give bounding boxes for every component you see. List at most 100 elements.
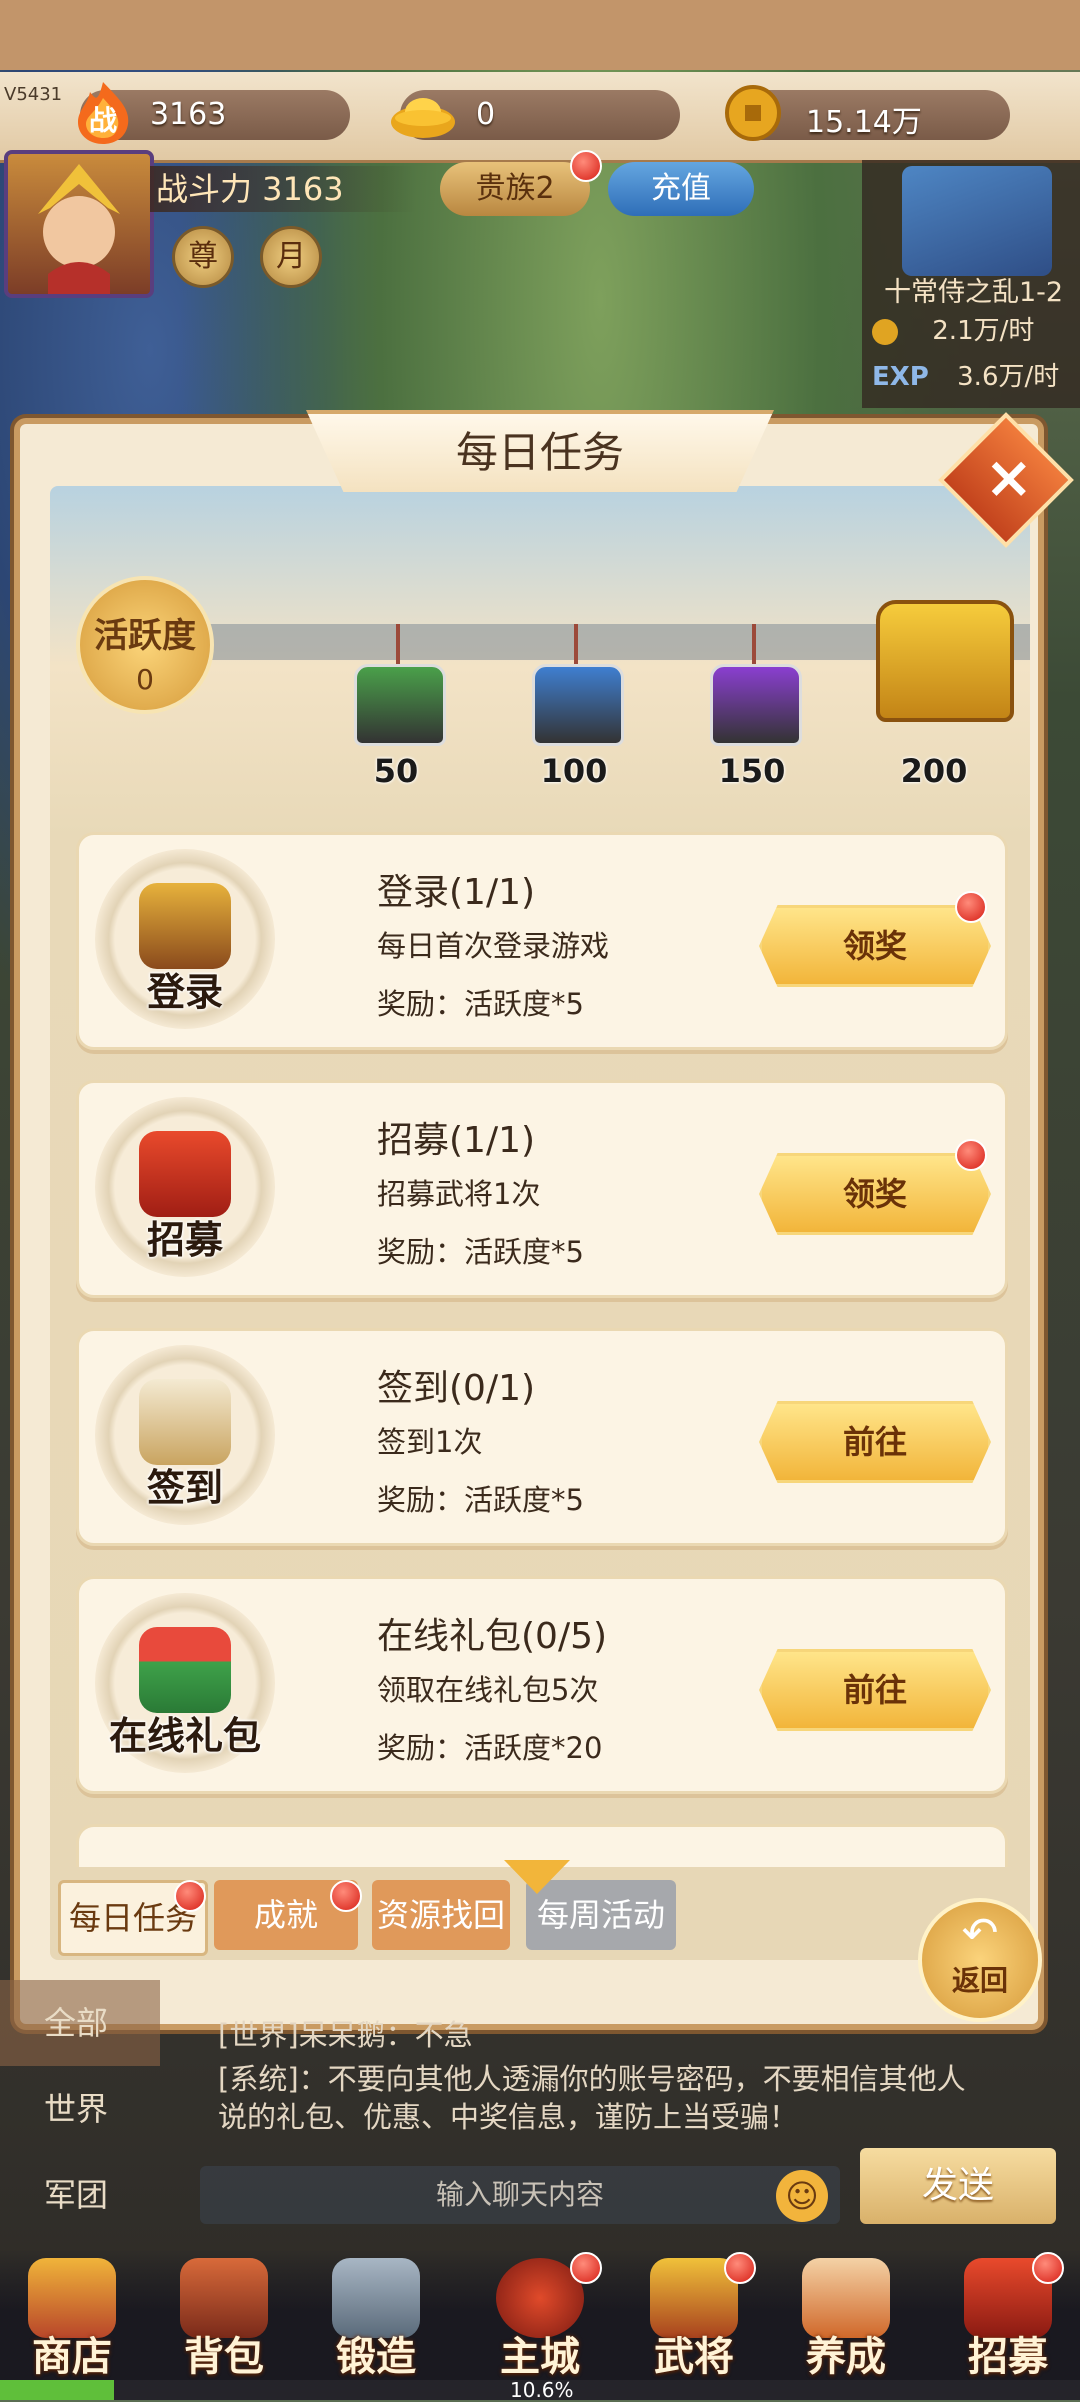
task-title: 在线礼包(0/5): [377, 1616, 608, 1657]
coin-icon: [725, 85, 781, 141]
stage-panel[interactable]: 十常侍之乱1-2 2.1万/时 EXP 3.6万/时: [862, 160, 1080, 408]
emoji-icon[interactable]: ☺: [776, 2170, 828, 2222]
stage-name: 十常侍之乱1-2: [884, 277, 1064, 308]
close-icon: ×: [984, 443, 1034, 512]
task-red-dot: [955, 891, 987, 923]
ingot-value: 0: [476, 97, 496, 132]
chat-input[interactable]: 输入聊天内容: [200, 2166, 840, 2224]
vip-button[interactable]: 贵族2: [440, 162, 590, 216]
purple-chest-icon[interactable]: [710, 664, 802, 746]
channel-legion[interactable]: 军团: [0, 2152, 160, 2238]
task-row: 招募 招募(1/1) 招募武将1次 奖励：活跃度*5 领奖: [76, 1080, 1008, 1298]
go-button[interactable]: 前往: [759, 1649, 991, 1731]
task-reward: 奖励：活跃度*5: [377, 1483, 584, 1517]
chest-threshold: 200: [900, 752, 968, 790]
task-icon: 招募: [95, 1097, 275, 1277]
nav-label: 商店: [32, 2334, 112, 2380]
chest-threshold: 100: [540, 752, 608, 790]
exp-rate-row: EXP 3.6万/时: [872, 356, 1059, 393]
nav-label: 招募: [968, 2334, 1048, 2380]
chest-threshold: 50: [373, 752, 419, 790]
nav-label: 养成: [806, 2334, 886, 2380]
svg-text:战: 战: [89, 104, 117, 137]
nav-shop[interactable]: 商店: [4, 2258, 140, 2382]
nav-red-dot: [1032, 2252, 1064, 2284]
castle-icon: [902, 166, 1052, 276]
channel-all[interactable]: 全部: [0, 1980, 160, 2066]
combat-power: 战斗力 3163: [150, 166, 416, 212]
power-resource: 战 3163: [78, 82, 350, 144]
version-label: V5431: [4, 84, 63, 105]
coin-rate: 2.1万/时: [932, 316, 1035, 346]
blue-chest-icon[interactable]: [532, 664, 624, 746]
nav-label: 锻造: [336, 2334, 416, 2380]
flame-icon: 战: [78, 82, 129, 144]
task-title: 登录(1/1): [377, 872, 536, 913]
gold-ingot-icon: [391, 98, 455, 138]
gold-chest-icon[interactable]: [876, 600, 1014, 722]
scroll-icon: [139, 1379, 231, 1465]
coin-rate-row: 2.1万/时: [872, 310, 1034, 347]
progress-fill: [0, 2380, 115, 2400]
chest-threshold: 150: [718, 752, 786, 790]
monthly-card-button[interactable]: 月: [260, 226, 322, 288]
task-title: 签到(0/1): [377, 1368, 536, 1409]
exp-rate: 3.6万/时: [957, 362, 1060, 392]
coin-small-icon: [872, 318, 898, 345]
task-reward: 奖励：活跃度*5: [377, 1235, 584, 1269]
task-icon: 在线礼包: [95, 1593, 275, 1773]
task-icon-caption: 在线礼包: [108, 1714, 261, 1758]
channel-world[interactable]: 世界: [0, 2066, 160, 2152]
go-button[interactable]: 前往: [759, 1401, 991, 1483]
chat-message: [系统]：不要向其他人透漏你的账号密码，不要相信其他人说的礼包、优惠、中奖信息，…: [218, 2062, 966, 2134]
zun-button[interactable]: 尊: [172, 226, 234, 288]
claim-button[interactable]: 领奖: [759, 1153, 991, 1235]
ingot-resource: 0: [391, 90, 680, 140]
activity-value: 0: [136, 663, 154, 696]
nav-label: 主城: [500, 2334, 580, 2380]
progress-text: 10.6%: [510, 2378, 574, 2402]
chat-message: [世界]呆呆鹅：不急: [218, 2018, 473, 2052]
task-reward: 奖励：活跃度*20: [377, 1731, 603, 1765]
recharge-button[interactable]: 充值: [608, 162, 754, 216]
popup-title: 每日任务: [306, 410, 774, 492]
task-row: 在线礼包 在线礼包(0/5) 领取在线礼包5次 奖励：活跃度*20 前往: [76, 1576, 1008, 1794]
vip-red-dot: [570, 150, 602, 182]
activity-badge: 活跃度 0: [76, 576, 214, 714]
player-avatar[interactable]: [4, 150, 154, 298]
task-desc: 签到1次: [377, 1425, 483, 1459]
task-row: 签到 签到(0/1) 签到1次 奖励：活跃度*5 前往: [76, 1328, 1008, 1546]
copper-value: 15.14万: [806, 105, 922, 140]
task-desc: 招募武将1次: [377, 1177, 541, 1211]
nav-forge[interactable]: 锻造: [308, 2258, 444, 2382]
nav-label: 背包: [184, 2334, 264, 2380]
task-icon-caption: 签到: [146, 1466, 223, 1510]
nav-red-dot: [570, 2252, 602, 2284]
nav-label: 武将: [654, 2334, 734, 2380]
back-button[interactable]: ↶ 返回: [918, 1898, 1042, 2022]
task-reward: 奖励：活跃度*5: [377, 987, 584, 1021]
task-icon-caption: 登录: [146, 970, 223, 1014]
gift-box-icon: [139, 1627, 231, 1713]
task-desc: 领取在线礼包5次: [377, 1673, 599, 1707]
green-chest-icon[interactable]: [354, 664, 446, 746]
exp-label: EXP: [872, 362, 929, 392]
general-portrait-icon: [139, 883, 231, 969]
tab-indicator-icon: [504, 1860, 570, 1894]
task-title: 招募(1/1): [377, 1120, 536, 1161]
activity-label: 活跃度: [94, 616, 196, 656]
back-arrow-icon: ↶: [961, 1908, 999, 1959]
tab-resource-recovery[interactable]: 资源找回: [372, 1880, 510, 1950]
claim-button[interactable]: 领奖: [759, 905, 991, 987]
task-red-dot: [955, 1139, 987, 1171]
copper-resource: 15.14万: [725, 85, 1010, 141]
nav-red-dot: [724, 2252, 756, 2284]
hero-portrait-icon: [38, 164, 120, 294]
nav-bag[interactable]: 背包: [156, 2258, 292, 2382]
back-label: 返回: [951, 1964, 1008, 1997]
task-icon: 登录: [95, 849, 275, 1029]
send-button[interactable]: 发送: [860, 2148, 1056, 2224]
power-value: 3163: [150, 97, 227, 132]
nav-develop[interactable]: 养成: [778, 2258, 914, 2382]
task-icon: 签到: [95, 1345, 275, 1525]
